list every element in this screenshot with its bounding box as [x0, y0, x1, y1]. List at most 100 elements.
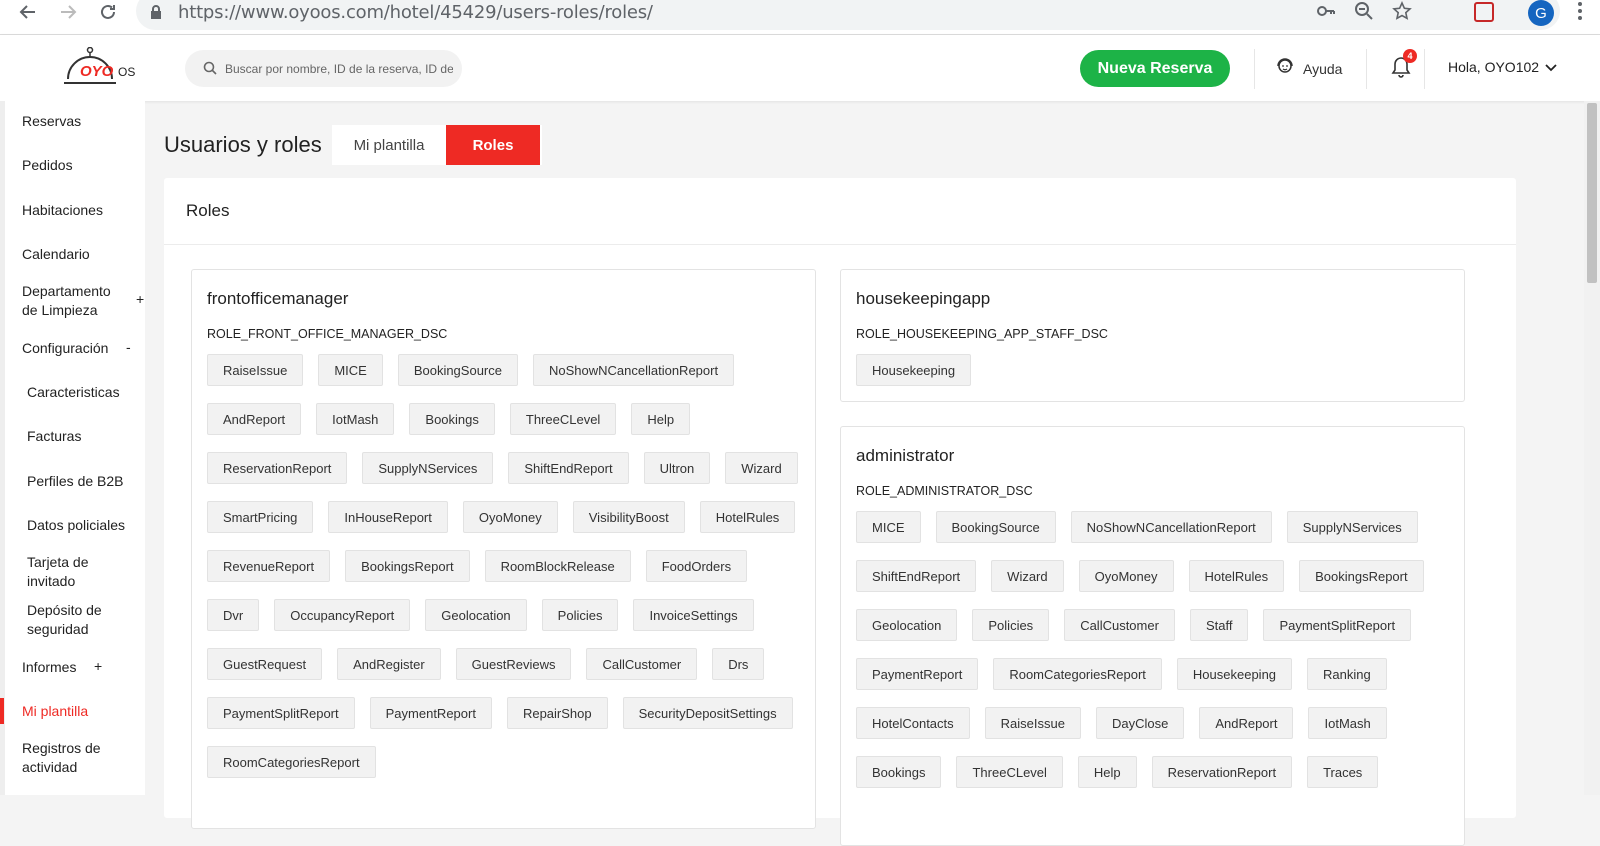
search-input[interactable] — [225, 50, 453, 87]
tab-roles[interactable]: Roles — [446, 125, 540, 165]
permission-tag: DayClose — [1095, 707, 1185, 739]
permission-tag: InvoiceSettings — [633, 599, 754, 631]
sidebar-item-caracteristicas[interactable]: Caracteristicas — [27, 383, 149, 402]
lock-icon — [150, 5, 162, 24]
permission-tag: RepairShop — [506, 697, 608, 729]
permission-tag: PaymentReport — [856, 658, 979, 690]
sidebar-item-limpieza[interactable]: Departamento de Limpieza — [22, 282, 122, 320]
permission-tag: MICE — [318, 354, 383, 386]
role-description: ROLE_FRONT_OFFICE_MANAGER_DSC — [207, 327, 448, 341]
header-divider — [1366, 49, 1367, 89]
permission-tag: GuestReviews — [455, 648, 572, 680]
permission-tag: PaymentSplitReport — [207, 697, 355, 729]
profile-avatar[interactable]: G — [1528, 0, 1554, 26]
new-booking-button[interactable]: Nueva Reserva — [1080, 50, 1230, 87]
collapse-minus-icon[interactable]: - — [126, 339, 131, 355]
permission-tags: RaiseIssue MICE BookingSource NoShowNCancel… — [207, 354, 807, 778]
user-greeting: Hola, OYO102 — [1448, 59, 1540, 75]
role-card-housekeepingapp: housekeepingapp ROLE_HOUSEKEEPING_APP_ST… — [840, 269, 1465, 402]
user-menu[interactable]: Hola, OYO102 — [1448, 59, 1557, 75]
logo-text: OYO — [80, 63, 114, 80]
sidebar-item-deposito[interactable]: Depósito de seguridad — [27, 601, 117, 639]
permission-tag: BookingSource — [397, 354, 518, 386]
permission-tag: NoShowNCancellationReport — [1070, 511, 1272, 543]
sidebar-item-reservas[interactable]: Reservas — [22, 112, 144, 131]
permission-tag: CallCustomer — [586, 648, 698, 680]
key-icon[interactable] — [1316, 1, 1336, 26]
sidebar-item-label: Facturas — [27, 428, 82, 444]
permission-tag: Staff — [1189, 609, 1249, 641]
sidebar-item-mi-plantilla[interactable]: Mi plantilla — [22, 702, 144, 721]
permission-tag: ReservationReport — [207, 452, 348, 484]
permission-tag: OccupancyReport — [274, 599, 411, 631]
permission-tag: BookingsReport — [1299, 560, 1424, 592]
tab-bar: Mi plantilla Roles — [332, 125, 542, 165]
permission-tag: CallCustomer — [1064, 609, 1175, 641]
search-icon — [203, 61, 217, 80]
help-label: Ayuda — [1303, 60, 1343, 77]
sidebar-item-label: Mi plantilla — [22, 703, 89, 719]
page-title: Usuarios y roles — [164, 132, 322, 157]
page-scrollbar[interactable] — [1584, 101, 1600, 795]
more-menu-icon[interactable] — [1578, 2, 1582, 23]
scrollbar-thumb[interactable] — [1587, 103, 1597, 283]
sidebar-item-tarjeta[interactable]: Tarjeta de invitado — [27, 553, 107, 591]
sidebar-item-b2b[interactable]: Perfiles de B2B — [27, 472, 149, 491]
oyo-logo[interactable]: OYO OS — [62, 46, 142, 91]
sidebar-item-label: Configuración — [22, 340, 109, 356]
active-indicator — [0, 698, 4, 724]
logo-suffix: OS — [118, 65, 136, 79]
permission-tag: Policies — [541, 599, 619, 631]
permission-tag: HotelContacts — [856, 707, 970, 739]
bookmark-star-icon[interactable] — [1392, 1, 1412, 26]
permission-tag: OyoMoney — [1078, 560, 1174, 592]
extension-icon[interactable] — [1474, 2, 1494, 22]
sidebar-item-informes[interactable]: Informes — [22, 658, 144, 677]
sidebar-item-datos-policiales[interactable]: Datos policiales — [27, 516, 149, 535]
chevron-down-icon — [1545, 59, 1557, 75]
permission-tag: RoomBlockRelease — [484, 550, 631, 582]
permission-tag: HotelRules — [699, 501, 796, 533]
zoom-out-icon[interactable] — [1354, 1, 1374, 26]
role-card-frontofficemanager: frontofficemanager ROLE_FRONT_OFFICE_MAN… — [191, 269, 816, 829]
permission-tag: Wizard — [725, 452, 798, 484]
permission-tag: IotMash — [316, 403, 395, 435]
forward-arrow-icon[interactable] — [56, 0, 80, 24]
sidebar-item-label: Registros de actividad — [22, 740, 101, 775]
notifications-button[interactable]: 4 — [1390, 49, 1417, 84]
sidebar-item-calendario[interactable]: Calendario — [22, 245, 144, 264]
panel-title: Roles — [186, 201, 230, 220]
permission-tag: IotMash — [1308, 707, 1387, 739]
back-arrow-icon[interactable] — [16, 0, 40, 24]
sidebar-item-pedidos[interactable]: Pedidos — [22, 156, 144, 175]
browser-toolbar: https://www.oyoos.com/hotel/45429/users-… — [0, 0, 1600, 35]
sidebar-item-habitaciones[interactable]: Habitaciones — [22, 201, 144, 220]
permission-tag: Housekeeping — [856, 354, 972, 386]
address-bar[interactable]: https://www.oyoos.com/hotel/45429/users-… — [136, 0, 1560, 30]
permission-tag: SupplyNServices — [1286, 511, 1418, 543]
tab-mi-plantilla[interactable]: Mi plantilla — [332, 125, 446, 165]
help-link[interactable]: Ayuda — [1275, 57, 1342, 80]
expand-plus-icon[interactable]: + — [136, 291, 144, 307]
permission-tag: SmartPricing — [207, 501, 314, 533]
sidebar-item-label: Depósito de seguridad — [27, 602, 102, 637]
permission-tag: HotelRules — [1188, 560, 1285, 592]
permission-tag: RaiseIssue — [207, 354, 304, 386]
permission-tag: OyoMoney — [462, 501, 558, 533]
role-card-administrator: administrator ROLE_ADMINISTRATOR_DSC MIC… — [840, 426, 1465, 846]
permission-tag: AndReport — [207, 403, 302, 435]
support-agent-icon — [1275, 57, 1295, 80]
expand-plus-icon[interactable]: + — [94, 658, 102, 674]
permission-tag: PaymentSplitReport — [1263, 609, 1412, 641]
header-divider — [1424, 49, 1425, 89]
permission-tag: ThreeCLevel — [509, 403, 617, 435]
permission-tag: Geolocation — [425, 599, 527, 631]
search-box[interactable] — [185, 50, 462, 87]
permission-tag: ThreeCLevel — [956, 756, 1063, 788]
sidebar-item-label: Informes — [22, 659, 77, 675]
reload-icon[interactable] — [96, 0, 120, 24]
panel-divider — [164, 244, 1516, 245]
sidebar-item-facturas[interactable]: Facturas — [27, 427, 149, 446]
permission-tag: GuestRequest — [207, 648, 323, 680]
sidebar-item-registros[interactable]: Registros de actividad — [22, 739, 112, 777]
